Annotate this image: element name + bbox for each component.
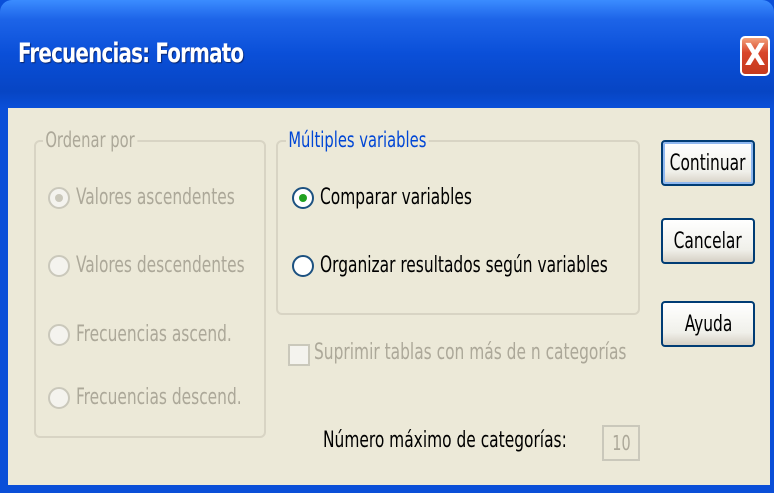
help-button-label: Ayuda	[684, 311, 732, 337]
radio-compare-variables[interactable]: Comparar variables	[292, 185, 515, 210]
help-button[interactable]: Ayuda	[661, 301, 755, 347]
title-bar[interactable]: Frecuencias: Formato X	[0, 0, 774, 108]
max-categories-field: 10	[602, 425, 640, 461]
radio-label: Valores descendentes	[76, 253, 245, 278]
radio-button-icon[interactable]	[292, 254, 314, 277]
radio-label[interactable]: Organizar resultados según variables	[320, 253, 608, 278]
cancel-button-label: Cancelar	[673, 228, 743, 254]
multi-variables-group: Múltiples variables Comparar variables O…	[276, 128, 640, 315]
sort-group-label: Ordenar por	[43, 128, 138, 152]
radio-label: Frecuencias ascend.	[76, 322, 232, 347]
max-categories-label: Número máximo de categorías:	[323, 428, 567, 453]
suppress-tables-checkbox	[288, 344, 310, 366]
radio-button-icon	[48, 254, 70, 277]
suppress-tables-label: Suprimir tablas con más de n categorías	[314, 340, 627, 365]
radio-button-icon	[48, 323, 70, 346]
sort-group: Ordenar por Valores ascendentes Valores …	[34, 128, 266, 438]
window-title: Frecuencias: Formato	[18, 38, 244, 69]
radio-sort-freq-asc: Frecuencias ascend.	[48, 322, 276, 347]
radio-sort-values-asc: Valores ascendentes	[48, 185, 280, 210]
radio-sort-values-desc: Valores descendentes	[48, 253, 292, 278]
radio-organize-by-variables[interactable]: Organizar resultados según variables	[292, 253, 689, 278]
multi-group-label: Múltiples variables	[286, 128, 429, 152]
dialog-body: Ordenar por Valores ascendentes Valores …	[8, 108, 770, 485]
radio-label: Valores ascendentes	[76, 185, 235, 210]
continue-button[interactable]: Continuar	[661, 140, 755, 186]
radio-label: Frecuencias descend.	[76, 385, 242, 410]
radio-button-icon	[48, 186, 70, 209]
radio-button-icon	[48, 386, 70, 409]
continue-button-label: Continuar	[670, 150, 746, 176]
close-icon: X	[744, 38, 766, 73]
dialog-window: Frecuencias: Formato X Ordenar por Valor…	[0, 0, 774, 493]
radio-label[interactable]: Comparar variables	[320, 185, 472, 210]
close-button[interactable]: X	[740, 36, 770, 76]
max-categories-value: 10	[611, 431, 631, 455]
radio-button-icon[interactable]	[292, 186, 314, 209]
cancel-button[interactable]: Cancelar	[661, 218, 755, 264]
radio-sort-freq-desc: Frecuencias descend.	[48, 385, 288, 410]
